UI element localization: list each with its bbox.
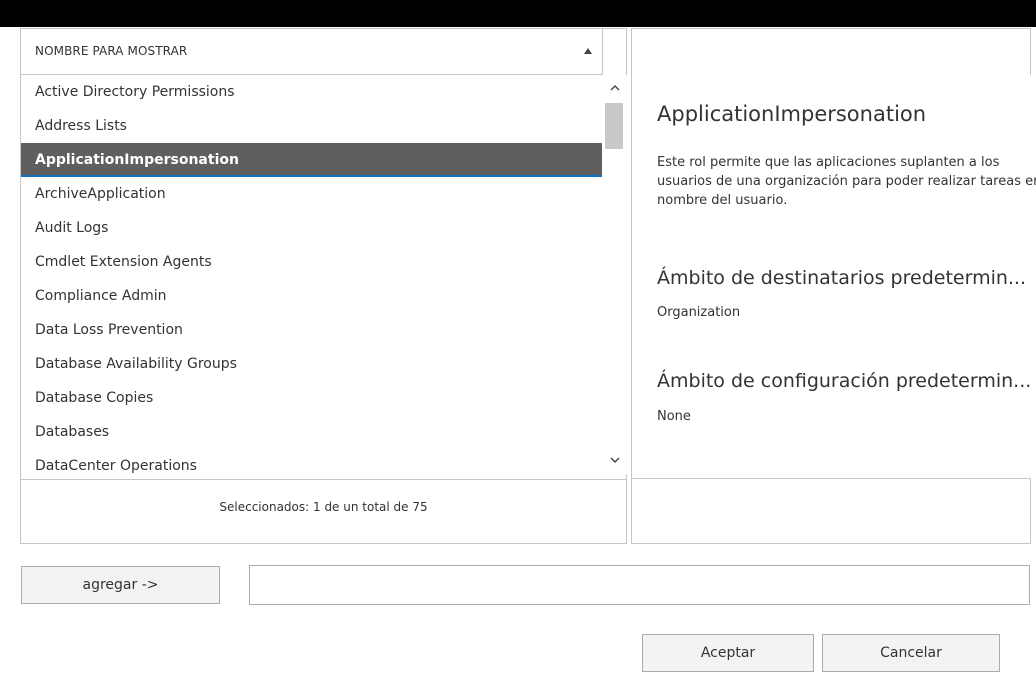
- selected-roles-field[interactable]: [249, 565, 1030, 605]
- config-scope-value: None: [657, 409, 691, 424]
- list-item[interactable]: Compliance Admin: [21, 279, 602, 313]
- recipient-scope-label: Ámbito de destinatarios predetermin...: [657, 267, 1027, 289]
- column-header-label: NOMBRE PARA MOSTRAR: [35, 44, 188, 58]
- chevron-up-icon[interactable]: [610, 83, 620, 93]
- scrollbar-thumb[interactable]: [605, 103, 623, 149]
- list-item[interactable]: Audit Logs: [21, 211, 602, 245]
- list-item-selected[interactable]: ApplicationImpersonation: [21, 143, 602, 177]
- cancel-button[interactable]: Cancelar: [822, 634, 1000, 672]
- list-scrollbar[interactable]: [602, 75, 627, 474]
- detail-description: Este rol permite que las aplicaciones su…: [657, 155, 1036, 208]
- column-header[interactable]: NOMBRE PARA MOSTRAR: [21, 29, 602, 75]
- list-item[interactable]: Cmdlet Extension Agents: [21, 245, 602, 279]
- list-item[interactable]: Databases: [21, 415, 602, 449]
- detail-title: ApplicationImpersonation: [657, 102, 927, 126]
- detail-header: [631, 28, 1031, 76]
- chevron-down-icon[interactable]: [610, 455, 620, 465]
- config-scope-label: Ámbito de configuración predetermin...: [657, 370, 1032, 392]
- detail-footer: [631, 478, 1031, 544]
- header-divider: [602, 29, 603, 75]
- list-item[interactable]: Address Lists: [21, 109, 602, 143]
- sort-ascending-icon[interactable]: [584, 48, 592, 54]
- list-item[interactable]: Database Copies: [21, 381, 602, 415]
- add-button[interactable]: agregar ->: [21, 566, 220, 604]
- list-item[interactable]: Database Availability Groups: [21, 347, 602, 381]
- list-item[interactable]: ArchiveApplication: [21, 177, 602, 211]
- detail-panel: ApplicationImpersonation Este rol permit…: [631, 75, 1036, 478]
- role-list-panel: NOMBRE PARA MOSTRAR Active Directory Per…: [20, 28, 627, 544]
- top-bar: [0, 0, 1036, 27]
- ok-button[interactable]: Aceptar: [642, 634, 814, 672]
- list-item[interactable]: Active Directory Permissions: [21, 75, 602, 109]
- list-item[interactable]: Data Loss Prevention: [21, 313, 602, 347]
- role-list: Active Directory Permissions Address Lis…: [21, 75, 602, 474]
- selection-count: Seleccionados: 1 de un total de 75: [21, 479, 626, 543]
- list-item[interactable]: DataCenter Operations: [21, 449, 602, 474]
- recipient-scope-value: Organization: [657, 305, 741, 320]
